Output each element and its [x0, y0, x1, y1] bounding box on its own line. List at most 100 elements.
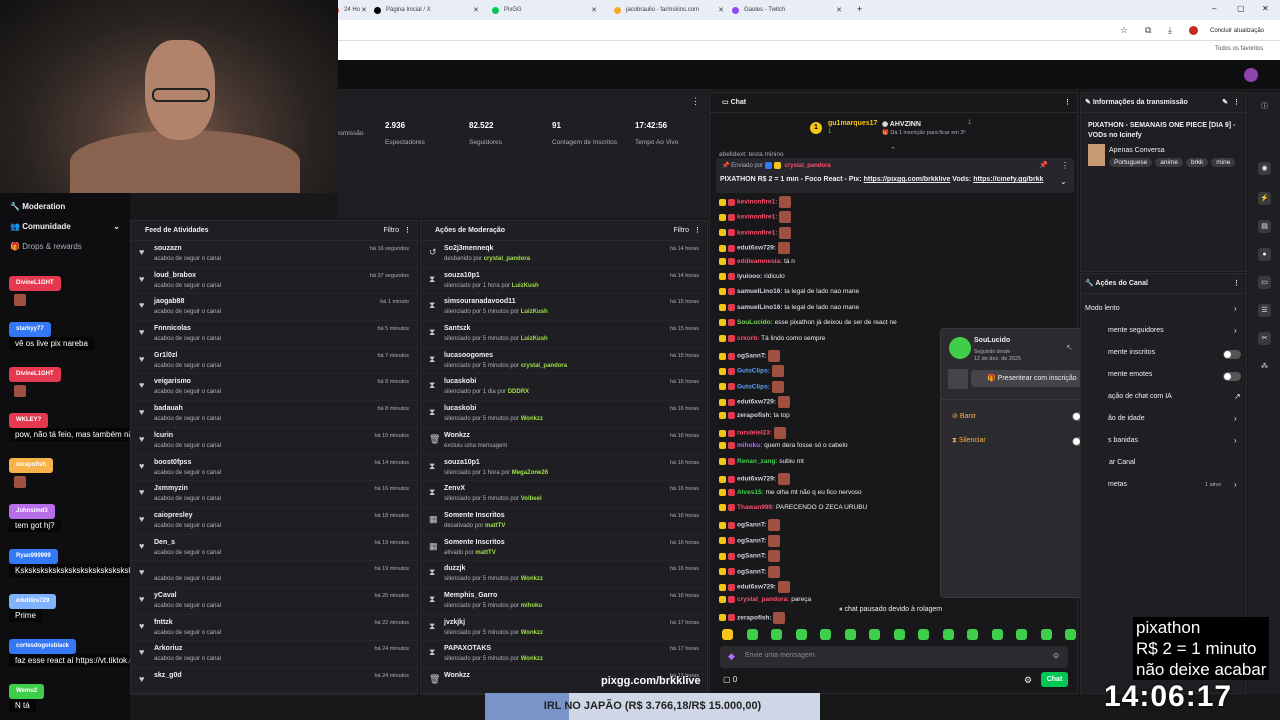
mod-actions-menu-icon[interactable]: ⋮: [694, 221, 701, 241]
mod-action-target[interactable]: lucaskobi: [444, 378, 476, 385]
mod-action-row[interactable]: ⧗ Santszk silenciado por 5 minutos por Lui…: [421, 321, 707, 348]
browser-tab[interactable]: jacobraulio - farmskins.com ✕: [612, 3, 727, 18]
channel-action-label[interactable]: ão de idade: [1108, 415, 1145, 422]
mod-action-row[interactable]: ⧗ ZenvX silenciado por 5 minutos por Volbe…: [421, 481, 707, 508]
tool-icon[interactable]: ✂: [1258, 332, 1271, 345]
chat-username[interactable]: zerapofish:: [737, 412, 772, 419]
channel-action-toggle[interactable]: [1223, 350, 1241, 359]
mod-action-moderator[interactable]: Wonkzz: [521, 416, 543, 422]
activity-feed-row[interactable]: ♥ Den_s acabou de seguir o canal há 19 minu…: [131, 535, 417, 562]
mod-action-row[interactable]: ▦ Somente Inscritos desativado por mattTV h…: [421, 508, 707, 535]
activity-username[interactable]: yCaval: [154, 592, 177, 599]
activity-feed-menu-icon[interactable]: ⋮: [404, 221, 411, 241]
chat-username[interactable]: samuelLino16:: [737, 304, 783, 311]
chat-username[interactable]: Thawan999:: [737, 504, 774, 511]
chat-message[interactable]: mihoku: quem dera fosse só o cabelo: [719, 442, 848, 450]
activity-username[interactable]: badauah: [154, 405, 183, 412]
activity-username[interactable]: veigarismo: [154, 378, 191, 385]
browser-tab[interactable]: PixGG ✕: [490, 3, 600, 18]
channel-action-label[interactable]: ação de chat com IA: [1108, 393, 1172, 400]
bolt-icon[interactable]: ⚡: [1258, 192, 1271, 205]
chevron-right-icon[interactable]: ›: [1234, 436, 1237, 445]
activity-feed-row[interactable]: ♥ boost0fpss acabou de seguir o canal há 14…: [131, 455, 417, 482]
activity-feed-row[interactable]: ♥ loud_brabox acabou de seguir o canal há 3…: [131, 268, 417, 295]
chat-menu-icon[interactable]: ⋮: [1064, 93, 1071, 113]
mod-action-moderator[interactable]: crystal_pandora: [484, 256, 530, 262]
chat-username[interactable]: crystal_pandora:: [737, 597, 789, 604]
channel-action-label[interactable]: s banidas: [1108, 437, 1138, 444]
activity-feed-row[interactable]: ♥ Fnnnicolas acabou de seguir o canal há 5 …: [131, 321, 417, 348]
mod-actions-filter-button[interactable]: Filtro: [673, 221, 689, 241]
activity-username[interactable]: Jxmmyzin: [154, 485, 188, 492]
chat-message[interactable]: edut6xw729:: [719, 473, 790, 486]
quick-emote[interactable]: [1065, 629, 1076, 640]
quick-emote[interactable]: [746, 629, 758, 640]
chat-username[interactable]: edut6xw729:: [737, 476, 776, 483]
chat-username[interactable]: zerapofish:: [737, 615, 772, 622]
mod-action-moderator[interactable]: MegaZone26: [512, 470, 548, 476]
mod-action-target[interactable]: Memphis_Garro: [444, 592, 497, 599]
mod-action-target[interactable]: ZenvX: [444, 485, 465, 492]
activity-feed-row[interactable]: ♥ jaogab88 acabou de seguir o canal há 1 mi…: [131, 294, 417, 322]
chat-username[interactable]: Renan_zang:: [737, 458, 777, 465]
mod-action-moderator[interactable]: mattTV: [485, 523, 505, 529]
chat-username[interactable]: kevinonfire1:: [737, 199, 777, 206]
quick-emote[interactable]: [820, 629, 831, 640]
quick-emote[interactable]: [1040, 629, 1052, 640]
trash-icon[interactable]: ▤: [1258, 220, 1271, 233]
chat-username[interactable]: ogSannT:: [737, 353, 766, 360]
user-avatar[interactable]: [1244, 68, 1258, 82]
chat-settings-icon[interactable]: ⚙: [1024, 675, 1032, 686]
mod-action-target[interactable]: PAPAXOTAKS: [444, 645, 491, 652]
user-card-block-button[interactable]: [948, 369, 968, 389]
mod-action-target[interactable]: Santszk: [444, 325, 470, 332]
mod-action-moderator[interactable]: Wonkzz: [521, 630, 543, 636]
sidebar-moderation[interactable]: 🔧 Moderation: [10, 202, 65, 211]
activity-username[interactable]: Fnnnicolas: [154, 325, 191, 332]
list-icon[interactable]: ☰: [1258, 304, 1271, 317]
browser-tab[interactable]: Página Inicial / X ✕: [372, 3, 482, 18]
quick-emote[interactable]: [722, 629, 733, 640]
chat-message[interactable]: Thawan999: PARECENDO O ZECA URUBU: [719, 504, 867, 511]
chat-message[interactable]: kevinonfire1:: [719, 226, 792, 239]
chat-message[interactable]: GutsClips:: [719, 365, 784, 378]
chat-username[interactable]: edut6xw729:: [737, 245, 776, 252]
mod-action-moderator[interactable]: Volbeel: [521, 496, 542, 502]
chat-message[interactable]: crystal_pandora: pareça: [719, 596, 811, 604]
quick-emote[interactable]: [1016, 629, 1027, 640]
mod-action-row[interactable]: ▦ Somente Inscritos ativado por mattTV há 1…: [421, 535, 707, 562]
maximize-icon[interactable]: ▢: [1237, 4, 1245, 13]
chevron-right-icon[interactable]: ›: [1234, 480, 1237, 489]
minimize-icon[interactable]: –: [1212, 4, 1216, 13]
chat-username[interactable]: ogSannT:: [737, 538, 766, 545]
quick-emote[interactable]: [795, 629, 807, 640]
activity-feed-row[interactable]: ♥ Jxmmyzin acabou de seguir o canal há 16 m…: [131, 481, 417, 508]
mod-action-row[interactable]: ↺ So2j3menneqk desbanido por crystal_pando…: [421, 241, 707, 268]
mod-action-target[interactable]: souza10p1: [444, 272, 480, 279]
mod-action-target[interactable]: Somente Inscritos: [444, 539, 505, 546]
mod-action-target[interactable]: lucasoogomes: [444, 352, 493, 359]
chat-message[interactable]: GutsClips:: [719, 380, 784, 393]
chat-username[interactable]: ogSannT:: [737, 568, 766, 575]
info-icon[interactable]: ⓘ: [1258, 100, 1271, 113]
quick-emote[interactable]: [918, 629, 929, 640]
tab-close-icon[interactable]: ✕: [361, 3, 367, 18]
browser-tab[interactable]: Gaules - Twitch ✕: [730, 3, 845, 18]
chat-message[interactable]: ogSannT:: [719, 519, 781, 532]
mod-action-moderator[interactable]: crystal_pandora: [521, 363, 567, 369]
star-icon[interactable]: ☆: [1120, 25, 1128, 36]
tab-close-icon[interactable]: ✕: [591, 3, 597, 18]
activity-username[interactable]: lcurin: [154, 432, 173, 439]
chat-message[interactable]: ogSannT:: [719, 350, 781, 362]
mod-action-row[interactable]: ⧗ simsouranadavood11 silenciado por 5 minu…: [421, 294, 707, 322]
chat-message[interactable]: SouLucido: esse pixathon já deixou de se…: [719, 319, 897, 326]
pinned-link-pixgg[interactable]: https://pixgg.com/brkklive: [864, 176, 951, 183]
channel-action-toggle[interactable]: [1223, 372, 1241, 381]
channel-action-label[interactable]: mente seguidores: [1108, 327, 1164, 334]
new-tab-button[interactable]: +: [857, 4, 862, 14]
chat-message[interactable]: zerapofish: ta top: [719, 411, 790, 419]
activity-feed-row[interactable]: ♥ lcurin acabou de seguir o canal há 10 min…: [131, 428, 417, 455]
chat-username[interactable]: SouLucido:: [737, 319, 773, 326]
activity-username[interactable]: souzazn: [154, 245, 182, 252]
activity-feed-row[interactable]: ♥ fnttzk acabou de seguir o canal há 22 min…: [131, 615, 417, 642]
